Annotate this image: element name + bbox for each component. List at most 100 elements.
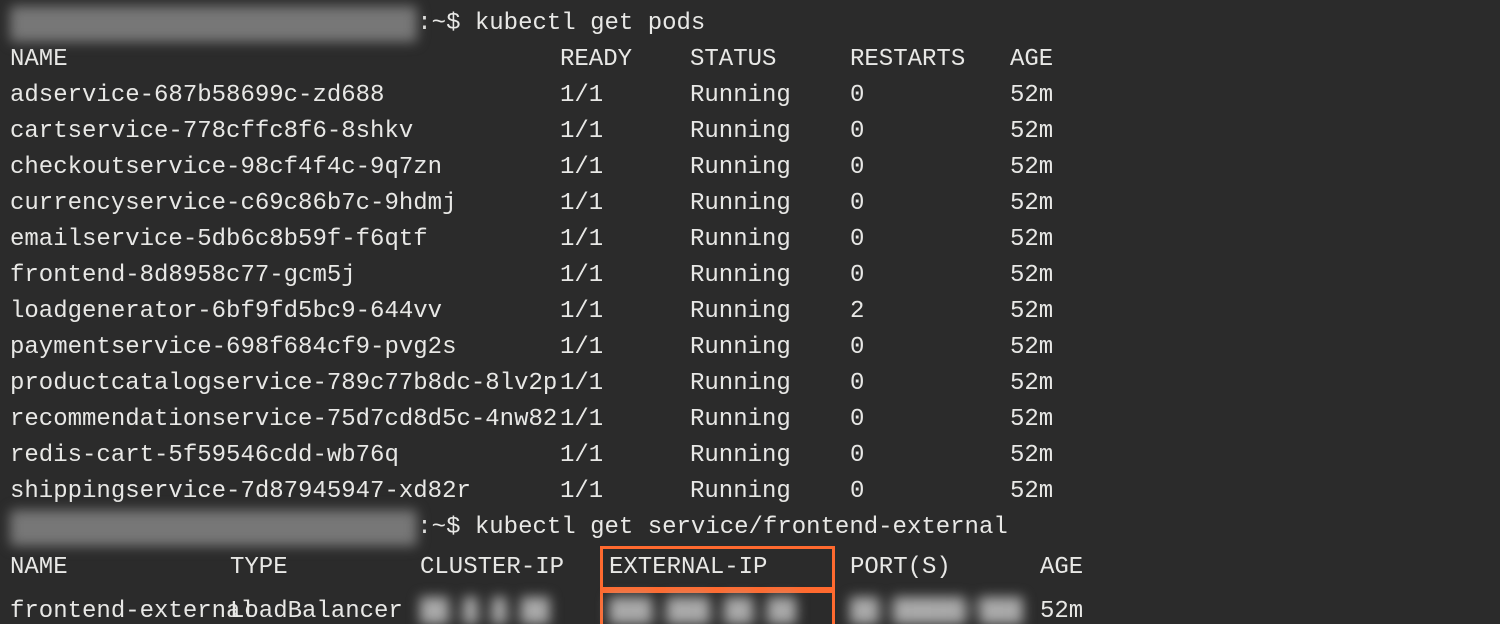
pods-ready: 1/1 (560, 186, 690, 222)
pods-status: Running (690, 78, 850, 114)
pods-name: recommendationservice-75d7cd8d5c-4nw82 (10, 402, 560, 438)
pods-age: 52m (1010, 150, 1490, 186)
col-ready: READY (560, 42, 690, 78)
col-type: TYPE (230, 550, 420, 586)
pods-status: Running (690, 366, 850, 402)
col-name: NAME (10, 550, 230, 586)
pods-age: 52m (1010, 438, 1490, 474)
pods-row: currencyservice-c69c86b7c-9hdmj1/1Runnin… (10, 186, 1490, 222)
prompt-line-1: ████████████████████████████ :~$ kubectl… (10, 6, 1490, 42)
col-externalip-highlight: EXTERNAL-IP (600, 546, 835, 590)
pods-row: checkoutservice-98cf4f4c-9q7zn1/1Running… (10, 150, 1490, 186)
pods-age: 52m (1010, 258, 1490, 294)
pods-restarts: 0 (850, 114, 1010, 150)
pods-row: redis-cart-5f59546cdd-wb76q1/1Running052… (10, 438, 1490, 474)
pods-age: 52m (1010, 294, 1490, 330)
pods-restarts: 0 (850, 186, 1010, 222)
pods-age: 52m (1010, 186, 1490, 222)
pods-age: 52m (1010, 474, 1490, 510)
prompt-path: :~$ (417, 510, 475, 546)
pods-age: 52m (1010, 78, 1490, 114)
pods-ready: 1/1 (560, 474, 690, 510)
pods-row: loadgenerator-6bf9fd5bc9-644vv1/1Running… (10, 294, 1490, 330)
pods-restarts: 0 (850, 222, 1010, 258)
svc-ports: ██:█████/███ (850, 594, 1040, 624)
pods-restarts: 0 (850, 258, 1010, 294)
pods-ready: 1/1 (560, 330, 690, 366)
pods-status: Running (690, 402, 850, 438)
pods-age: 52m (1010, 402, 1490, 438)
pods-name: checkoutservice-98cf4f4c-9q7zn (10, 150, 560, 186)
pods-row: shippingservice-7d87945947-xd82r1/1Runni… (10, 474, 1490, 510)
svc-clusterip: ██.█.█.██ (420, 594, 600, 624)
pods-name: productcatalogservice-789c77b8dc-8lv2p (10, 366, 560, 402)
pods-restarts: 0 (850, 330, 1010, 366)
col-restarts: RESTARTS (850, 42, 1010, 78)
prompt-line-2: ████████████████████████████ :~$ kubectl… (10, 510, 1490, 546)
pods-ready: 1/1 (560, 402, 690, 438)
pods-name: redis-cart-5f59546cdd-wb76q (10, 438, 560, 474)
pods-row: productcatalogservice-789c77b8dc-8lv2p1/… (10, 366, 1490, 402)
pods-ready: 1/1 (560, 438, 690, 474)
svc-externalip: ███.███.██.██ (609, 598, 796, 624)
svc-name: frontend-external (10, 594, 230, 624)
prompt-user-host: ████████████████████████████ (10, 6, 417, 42)
pods-restarts: 0 (850, 438, 1010, 474)
pods-restarts: 0 (850, 402, 1010, 438)
pods-row: frontend-8d8958c77-gcm5j1/1Running052m (10, 258, 1490, 294)
pods-name: paymentservice-698f684cf9-pvg2s (10, 330, 560, 366)
pods-restarts: 0 (850, 150, 1010, 186)
pods-status: Running (690, 474, 850, 510)
pods-row: emailservice-5db6c8b59f-f6qtf1/1Running0… (10, 222, 1490, 258)
pods-age: 52m (1010, 330, 1490, 366)
col-status: STATUS (690, 42, 850, 78)
pods-restarts: 0 (850, 474, 1010, 510)
svc-header-row: NAME TYPE CLUSTER-IP EXTERNAL-IP PORT(S)… (10, 546, 1490, 590)
pods-name: adservice-687b58699c-zd688 (10, 78, 560, 114)
pods-ready: 1/1 (560, 222, 690, 258)
pods-row: adservice-687b58699c-zd6881/1Running052m (10, 78, 1490, 114)
pods-name: shippingservice-7d87945947-xd82r (10, 474, 560, 510)
pods-ready: 1/1 (560, 114, 690, 150)
pods-status: Running (690, 330, 850, 366)
pods-ready: 1/1 (560, 258, 690, 294)
svc-data-row: frontend-external LoadBalancer ██.█.█.██… (10, 590, 1490, 624)
pods-row: paymentservice-698f684cf9-pvg2s1/1Runnin… (10, 330, 1490, 366)
pods-status: Running (690, 222, 850, 258)
col-ports: PORT(S) (850, 550, 1040, 586)
pods-status: Running (690, 186, 850, 222)
pods-header-row: NAME READY STATUS RESTARTS AGE (10, 42, 1490, 78)
pods-status: Running (690, 258, 850, 294)
pods-restarts: 0 (850, 78, 1010, 114)
pods-status: Running (690, 438, 850, 474)
pods-age: 52m (1010, 366, 1490, 402)
pods-name: emailservice-5db6c8b59f-f6qtf (10, 222, 560, 258)
col-clusterip: CLUSTER-IP (420, 550, 600, 586)
prompt-path: :~$ (417, 6, 475, 42)
terminal-window[interactable]: ████████████████████████████ :~$ kubectl… (0, 0, 1500, 624)
pods-name: frontend-8d8958c77-gcm5j (10, 258, 560, 294)
svc-type: LoadBalancer (230, 594, 420, 624)
pods-name: loadgenerator-6bf9fd5bc9-644vv (10, 294, 560, 330)
pods-name: cartservice-778cffc8f6-8shkv (10, 114, 560, 150)
pods-restarts: 0 (850, 366, 1010, 402)
pods-status: Running (690, 114, 850, 150)
pods-ready: 1/1 (560, 150, 690, 186)
pods-status: Running (690, 150, 850, 186)
pods-row: cartservice-778cffc8f6-8shkv1/1Running05… (10, 114, 1490, 150)
prompt-user-host: ████████████████████████████ (10, 510, 417, 546)
command-input[interactable]: kubectl get service/frontend-external (475, 510, 1008, 546)
pods-ready: 1/1 (560, 78, 690, 114)
pods-name: currencyservice-c69c86b7c-9hdmj (10, 186, 560, 222)
command-input[interactable]: kubectl get pods (475, 6, 705, 42)
pods-ready: 1/1 (560, 294, 690, 330)
pods-status: Running (690, 294, 850, 330)
svc-externalip-highlight: ███.███.██.██ (600, 590, 835, 624)
col-age: AGE (1040, 550, 1490, 586)
pods-row: recommendationservice-75d7cd8d5c-4nw821/… (10, 402, 1490, 438)
pods-age: 52m (1010, 222, 1490, 258)
pods-ready: 1/1 (560, 366, 690, 402)
col-name: NAME (10, 42, 560, 78)
col-age: AGE (1010, 42, 1490, 78)
svc-age: 52m (1040, 594, 1490, 624)
